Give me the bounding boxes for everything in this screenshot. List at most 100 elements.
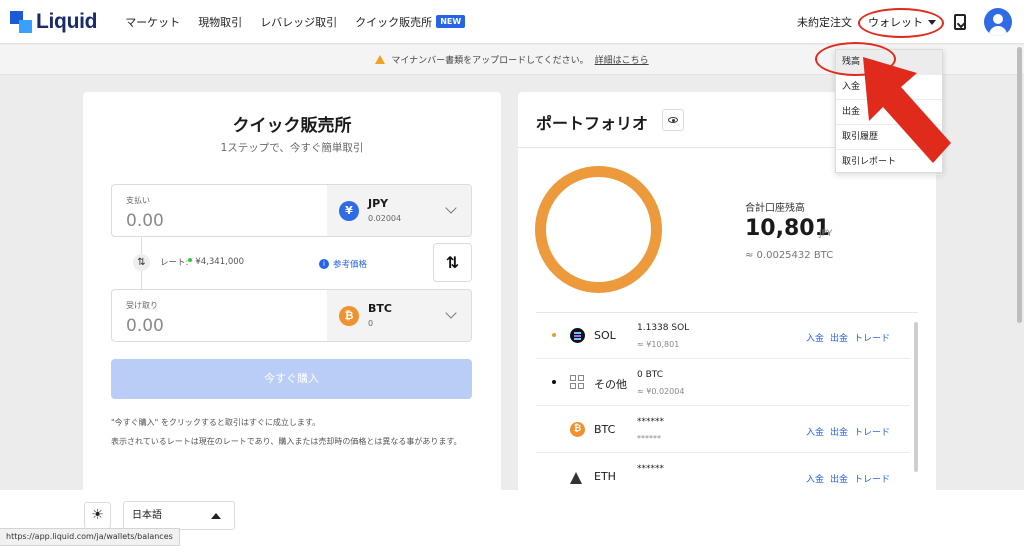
asset-name: ETH — [594, 470, 616, 483]
pay-coin-amount: 0.02004 — [368, 214, 402, 223]
receive-coin-amount: 0 — [368, 319, 374, 328]
eth-coin-icon — [570, 472, 582, 484]
total-balance-unit: JPY — [819, 229, 833, 239]
liquid-logo-icon — [10, 10, 32, 33]
nav-quick-exchange[interactable]: クイック販売所 NEW — [355, 14, 466, 30]
receive-label: 受け取り — [126, 301, 158, 310]
rate-label: レート: — [160, 258, 189, 268]
asset-jpy-value: ****** — [637, 434, 661, 443]
receive-coin-code: BTC — [368, 302, 392, 315]
btc-coin-icon: ₿ — [570, 422, 585, 437]
deposit-link[interactable]: 入金 — [806, 475, 824, 485]
main-nav: マーケット 現物取引 レバレッジ取引 クイック販売所 NEW — [125, 14, 483, 30]
asset-actions: 入金 出金 トレード — [806, 331, 896, 344]
annotation-circle-wallet — [858, 8, 944, 38]
new-badge: NEW — [436, 15, 466, 28]
logo-text: Liquid — [36, 9, 98, 33]
pay-amount-input[interactable]: 支払い 0.00 — [112, 185, 327, 236]
quick-exchange-title: クイック販売所 — [232, 116, 352, 136]
pay-label: 支払い — [126, 196, 150, 205]
annotation-arrow-icon — [863, 57, 951, 163]
receive-amount-input[interactable]: 受け取り 0.00 — [112, 290, 327, 341]
pay-field: 支払い 0.00 ¥ JPY 0.02004 — [111, 184, 472, 237]
toggle-visibility-button[interactable] — [662, 109, 684, 131]
legend-dot — [552, 333, 556, 337]
liquid-logo[interactable]: Liquid — [10, 10, 97, 34]
page-scrollbar[interactable] — [1017, 47, 1022, 323]
swap-direction-button[interactable]: ⇅ — [433, 243, 472, 282]
rate-row: ⇅ レート: ¥4,341,000 — [133, 252, 473, 272]
nav-quick-exchange-label: クイック販売所 — [355, 15, 433, 29]
trade-link[interactable]: トレード — [854, 428, 890, 438]
asset-list-scrollbar[interactable] — [914, 322, 918, 472]
asset-row-other[interactable]: その他 0 BTC ≈ ¥0.02004 — [536, 360, 910, 406]
grid-icon — [570, 375, 585, 390]
asset-name: その他 — [594, 378, 627, 391]
theme-toggle-button[interactable]: ☀ — [84, 502, 111, 529]
withdraw-link[interactable]: 出金 — [830, 334, 848, 344]
receive-value: 0.00 — [126, 316, 164, 336]
chevron-down-icon — [445, 202, 457, 214]
nav-market[interactable]: マーケット — [125, 14, 180, 30]
portfolio-title: ポートフォリオ — [536, 114, 649, 133]
nav-leverage-trading[interactable]: レバレッジ取引 — [260, 14, 337, 30]
notice-text: マイナンバー書類をアップロードしてください。 — [391, 56, 589, 66]
rate-value: ¥4,341,000 — [195, 257, 245, 267]
asset-jpy-value: ≈ ¥0.02004 — [637, 387, 685, 396]
asset-jpy-value: ≈ ¥10,801 — [637, 340, 680, 349]
jpy-coin-icon: ¥ — [339, 201, 359, 221]
rate-disclaimer: 表示されているレートは現在のレートであり、購入または売却時の価格とは異なる事があ… — [111, 437, 462, 446]
asset-balance: 1.1338 SOL — [637, 323, 690, 333]
reference-price-label: 参考価格 — [333, 260, 368, 270]
total-balance-value: 10,801 — [745, 216, 830, 241]
asset-name: SOL — [594, 329, 616, 342]
asset-name: BTC — [594, 423, 616, 436]
status-bar-url: https://app.liquid.com/ja/wallets/balanc… — [0, 528, 180, 546]
legend-dot — [552, 380, 556, 384]
language-value: 日本語 — [132, 510, 162, 521]
rate-live-dot — [188, 257, 193, 262]
receive-currency-select[interactable]: ₿ BTC 0 — [327, 290, 471, 341]
pay-coin-code: JPY — [368, 197, 389, 210]
deposit-link[interactable]: 入金 — [806, 428, 824, 438]
btc-coin-icon: ₿ — [339, 306, 359, 326]
asset-balance: 0 BTC — [637, 370, 664, 380]
buy-now-button[interactable]: 今すぐ購入 — [111, 359, 472, 399]
notice-details-link[interactable]: 詳細はこちら — [595, 53, 649, 66]
pay-value: 0.00 — [126, 211, 164, 231]
asset-actions: 入金 出金 トレード — [806, 472, 896, 485]
withdraw-link[interactable]: 出金 — [830, 475, 848, 485]
deposit-link[interactable]: 入金 — [806, 334, 824, 344]
quick-exchange-subtitle: 1ステップで、今すぐ簡単取引 — [220, 142, 364, 154]
asset-row-eth[interactable]: ETH ****** 入金 出金 トレード — [536, 454, 910, 492]
buy-note: "今すぐ購入" をクリックすると取引はすぐに成立します。 — [111, 418, 321, 427]
reference-price-link[interactable]: i 参考価格 — [319, 258, 367, 270]
chevron-down-icon — [445, 307, 457, 319]
quick-exchange-card: クイック販売所 1ステップで、今すぐ簡単取引 支払い 0.00 ¥ JPY 0.… — [83, 92, 501, 492]
pay-currency-select[interactable]: ¥ JPY 0.02004 — [327, 185, 471, 236]
open-orders-link[interactable]: 未約定注文 — [797, 14, 852, 30]
total-balance-label: 合計口座残高 — [745, 203, 805, 214]
asset-balance: ****** — [637, 464, 664, 474]
warning-icon — [375, 55, 386, 64]
nav-spot-trading[interactable]: 現物取引 — [198, 14, 242, 30]
user-avatar[interactable] — [984, 8, 1012, 36]
trade-link[interactable]: トレード — [854, 334, 890, 344]
info-icon: i — [319, 259, 329, 269]
caret-up-icon — [211, 513, 221, 519]
asset-balance: ****** — [637, 417, 664, 427]
sun-icon: ☀ — [91, 507, 104, 523]
total-balance-btc: ≈ 0.0025432 BTC — [745, 250, 834, 261]
swap-arrows-icon: ⇅ — [445, 253, 460, 272]
rate-swap-icon: ⇅ — [133, 253, 150, 271]
asset-row-btc[interactable]: ₿ BTC ****** ****** 入金 出金 トレード — [536, 407, 910, 453]
sol-coin-icon — [570, 328, 585, 343]
asset-actions: 入金 出金 トレード — [806, 425, 896, 438]
receive-field: 受け取り 0.00 ₿ BTC 0 — [111, 289, 472, 342]
trade-link[interactable]: トレード — [854, 475, 890, 485]
asset-row-sol[interactable]: SOL 1.1338 SOL ≈ ¥10,801 入金 出金 トレード — [536, 313, 910, 359]
language-select[interactable]: 日本語 — [123, 501, 235, 530]
withdraw-link[interactable]: 出金 — [830, 428, 848, 438]
download-app-icon[interactable] — [954, 14, 966, 30]
portfolio-donut-chart — [535, 166, 662, 293]
